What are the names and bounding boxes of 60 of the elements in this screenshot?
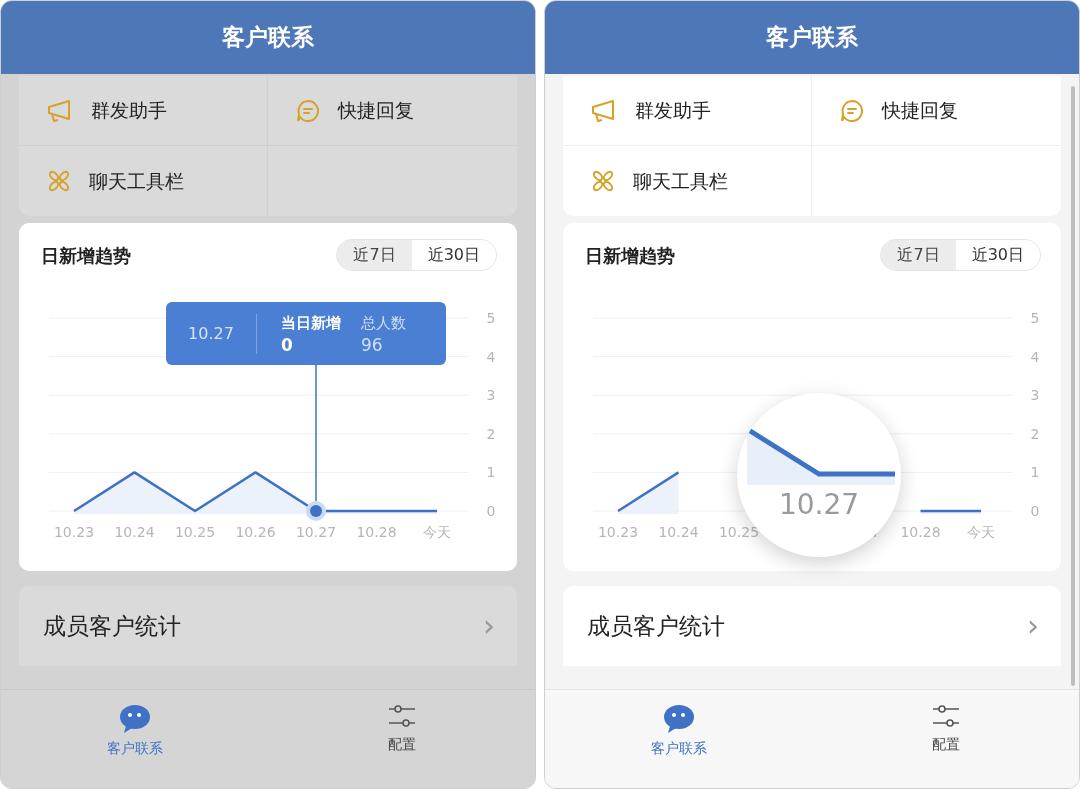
page-title: 客户联系 (222, 23, 314, 53)
x-tick-label: 10.27 (295, 524, 337, 540)
y-tick-label: 1 (1030, 464, 1040, 481)
sliders-icon (931, 704, 960, 730)
x-tick-label: 10.25 (174, 524, 216, 540)
x-tick-label: 今天 (423, 524, 451, 540)
y-tick-label: 1 (486, 464, 496, 481)
y-tick-label: 0 (1030, 503, 1040, 519)
menu-item[interactable]: 群发助手 (19, 76, 268, 146)
x-tick-label: 10.28 (356, 524, 397, 540)
tab-bar-item[interactable]: 配置 (812, 690, 1079, 788)
menu-item[interactable]: 快捷回复 (268, 76, 517, 146)
stats-row[interactable]: 成员客户统计 › (19, 586, 517, 666)
y-tick-label: 2 (486, 425, 496, 442)
y-tick-label: 3 (486, 387, 496, 404)
tooltip-label: 当日新增 (281, 312, 342, 334)
petals-icon (47, 169, 71, 193)
card-title: 日新增趋势 (585, 243, 675, 268)
megaphone-icon (591, 98, 617, 123)
range-tab[interactable]: 近7日 (881, 240, 956, 270)
x-tick-label: 10.26 (235, 524, 276, 540)
menu-item[interactable]: 聊天工具栏 (563, 146, 812, 216)
hover-marker (306, 501, 326, 521)
petals-icon (591, 169, 615, 193)
y-tick-label: 4 (486, 348, 496, 365)
magnified-date: 10.27 (778, 487, 860, 523)
tooltip-label: 总人数 (361, 312, 406, 334)
x-tick-label: 10.23 (597, 524, 639, 540)
tab-bar-item[interactable]: 配置 (268, 690, 535, 788)
y-tick-label: 4 (1030, 348, 1040, 365)
chevron-icon: › (1027, 611, 1039, 641)
menu-item[interactable]: 群发助手 (563, 76, 812, 146)
sliders-icon (387, 704, 416, 730)
x-tick-label: 10.24 (658, 524, 699, 540)
x-tick-label: 今天 (967, 524, 995, 540)
tooltip-value: 96 (361, 333, 384, 356)
tooltip-date: 10.27 (187, 322, 235, 345)
menu-item[interactable]: 快捷回复 (812, 76, 1061, 146)
x-tick-label: 10.28 (900, 524, 941, 540)
menu-item[interactable]: 聊天工具栏 (19, 146, 268, 216)
message-icon (296, 98, 320, 123)
y-tick-label: 3 (1030, 387, 1040, 404)
chevron-icon: › (483, 611, 495, 641)
megaphone-icon (47, 98, 73, 123)
message-icon (840, 98, 864, 123)
stats-row[interactable]: 成员客户统计 › (563, 586, 1061, 666)
x-tick-label: 10.23 (53, 524, 95, 540)
y-tick-label: 2 (1030, 425, 1040, 442)
chat-bubble-icon (118, 704, 151, 734)
x-tick-label: 10.24 (114, 524, 155, 540)
x-tick-label: 10.25 (718, 524, 760, 540)
y-tick-label: 0 (486, 503, 496, 519)
y-tick-label: 5 (1030, 310, 1040, 326)
card-title: 日新增趋势 (41, 243, 131, 268)
tab-bar-item[interactable]: 客户联系 (545, 690, 812, 788)
y-tick-label: 5 (486, 310, 496, 326)
chat-bubble-icon (662, 704, 695, 734)
range-tab[interactable]: 近7日 (337, 240, 412, 270)
page-title: 客户联系 (766, 23, 858, 53)
tooltip-value: 0 (281, 333, 294, 356)
